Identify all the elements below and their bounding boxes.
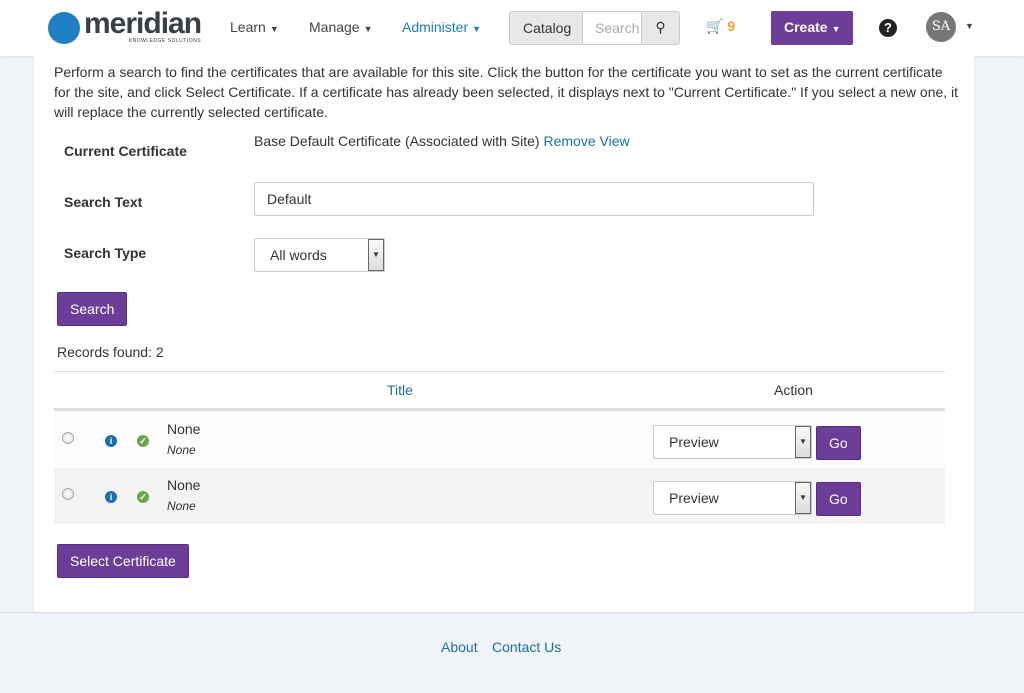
dropdown-arrow-icon: ▼: [795, 482, 811, 514]
go-button[interactable]: Go: [816, 482, 861, 516]
column-title[interactable]: Title: [387, 382, 413, 398]
remove-link[interactable]: Remove: [543, 133, 595, 149]
row-subtitle: None: [167, 443, 196, 457]
row-radio[interactable]: [62, 432, 74, 444]
search-submit-button[interactable]: Search: [57, 292, 128, 326]
footer: About Contact Us: [0, 612, 1024, 655]
action-select[interactable]: Preview ▼: [653, 481, 812, 515]
menu-administer[interactable]: Administer ▼: [402, 19, 481, 35]
row-title: None: [167, 421, 201, 437]
action-value: Preview: [669, 490, 719, 506]
cart-button[interactable]: 🛒 9: [706, 18, 735, 35]
contact-link[interactable]: Contact Us: [492, 639, 561, 655]
info-icon[interactable]: i: [105, 435, 117, 447]
menu-label: Learn: [230, 19, 266, 35]
caret-down-icon: ▼: [831, 24, 841, 34]
search-type-label: Search Type: [64, 245, 147, 261]
go-button[interactable]: Go: [816, 426, 861, 460]
menu-label: Manage: [309, 19, 360, 35]
cart-icon: 🛒: [706, 18, 724, 34]
current-certificate-label: Current Certificate: [64, 143, 187, 159]
menu-learn[interactable]: Learn ▼: [230, 19, 279, 35]
create-label: Create: [784, 19, 828, 35]
menu-manage[interactable]: Manage ▼: [309, 19, 373, 35]
check-icon: ✓: [137, 435, 149, 447]
search-input[interactable]: Search: [582, 11, 642, 45]
row-subtitle: None: [167, 499, 196, 513]
catalog-button[interactable]: Catalog: [509, 11, 583, 45]
view-link[interactable]: View: [600, 133, 630, 149]
select-certificate-button[interactable]: Select Certificate: [57, 544, 189, 578]
top-nav: meridian KNOWLEDGE SOLUTIONS Learn ▼ Manag…: [0, 0, 1024, 56]
dropdown-arrow-icon: ▼: [368, 239, 384, 271]
table-row: i ✓ None None Preview ▼ Go: [54, 468, 945, 524]
action-value: Preview: [669, 434, 719, 450]
about-link[interactable]: About: [441, 639, 478, 655]
logo-mark-icon: [48, 12, 80, 44]
caret-down-icon: ▼: [269, 24, 279, 34]
menu-label: Administer: [402, 19, 469, 35]
avatar[interactable]: SA: [926, 12, 956, 42]
info-icon[interactable]: i: [105, 491, 117, 503]
column-action: Action: [774, 382, 813, 398]
row-title: None: [167, 477, 201, 493]
help-icon[interactable]: ?: [879, 19, 897, 37]
main-panel: Perform a search to find the certificate…: [34, 56, 974, 612]
check-icon: ✓: [137, 491, 149, 503]
row-radio[interactable]: [62, 488, 74, 500]
search-text-input[interactable]: Default: [254, 182, 814, 216]
logo[interactable]: meridian KNOWLEDGE SOLUTIONS: [48, 7, 202, 44]
table-header: Title Action: [54, 371, 945, 411]
current-certificate-value: Base Default Certificate (Associated wit…: [254, 133, 630, 149]
create-button[interactable]: Create ▼: [771, 11, 853, 45]
search-icon: ⚲: [655, 19, 666, 35]
caret-down-icon: ▼: [363, 24, 373, 34]
table-row: i ✓ None None Preview ▼ Go: [54, 412, 945, 468]
search-button[interactable]: ⚲: [641, 11, 680, 45]
action-select[interactable]: Preview ▼: [653, 425, 812, 459]
search-type-select[interactable]: All words ▼: [254, 238, 385, 272]
records-found: Records found: 2: [57, 344, 164, 360]
search-type-value: All words: [270, 247, 327, 263]
search-text-label: Search Text: [64, 194, 143, 210]
cart-count: 9: [727, 18, 736, 34]
caret-down-icon[interactable]: ▼: [965, 21, 974, 31]
intro-text: Perform a search to find the certificate…: [54, 64, 959, 120]
dropdown-arrow-icon: ▼: [795, 426, 811, 458]
logo-text: meridian: [84, 7, 202, 40]
current-certificate-text: Base Default Certificate (Associated wit…: [254, 133, 540, 149]
caret-down-icon: ▼: [472, 24, 482, 34]
